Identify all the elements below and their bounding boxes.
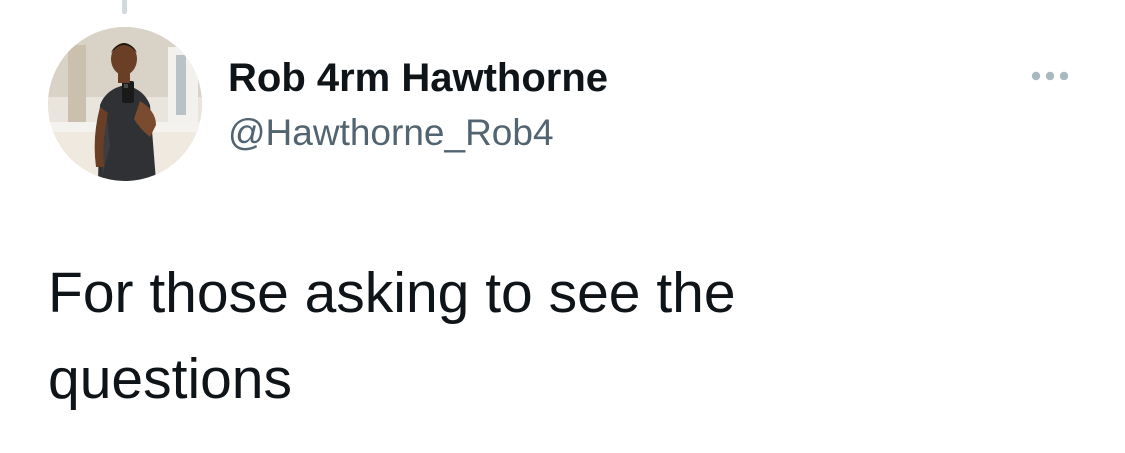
more-options-button[interactable]: [1022, 58, 1078, 94]
author-avatar[interactable]: [48, 27, 202, 181]
more-options-icon: [1031, 71, 1069, 81]
tweet-body-text: For those asking to see the questions: [48, 261, 736, 411]
avatar-photo-icon: [48, 27, 202, 181]
author-handle[interactable]: @Hawthorne_Rob4: [228, 108, 554, 158]
author-display-name[interactable]: Rob 4rm Hawthorne: [228, 52, 608, 104]
thread-connector-line: [122, 0, 127, 14]
